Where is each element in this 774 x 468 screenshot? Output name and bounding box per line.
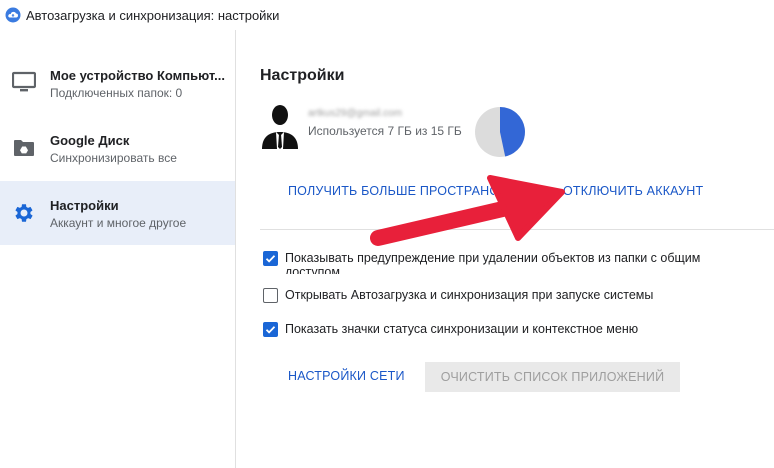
option-label: Показать значки статуса синхронизации и … [285, 322, 639, 336]
drive-folder-icon [14, 140, 34, 156]
divider [260, 229, 774, 230]
storage-usage-pie [475, 107, 525, 157]
sidebar: Мое устройство Компьют... Подключенных п… [0, 30, 236, 468]
checkmark-icon [265, 255, 276, 263]
disconnect-account-button[interactable]: ОТКЛЮЧИТЬ АККАУНТ [563, 184, 703, 198]
gear-icon [15, 204, 33, 222]
account-email: artkus29@gmail.com [308, 108, 403, 119]
monitor-icon [12, 71, 36, 92]
settings-panel: Настройки artkus29@gmail.com Используетс… [236, 30, 774, 468]
sidebar-item-my-computer[interactable]: Мое устройство Компьют... Подключенных п… [0, 50, 235, 114]
page-title: Настройки [260, 67, 345, 84]
clear-apps-list-button: ОЧИСТИТЬ СПИСОК ПРИЛОЖЕНИЙ [425, 362, 680, 392]
get-more-storage-button[interactable]: ПОЛУЧИТЬ БОЛЬШЕ ПРОСТРАНСТВА [288, 184, 494, 198]
sidebar-item-title: Мое устройство Компьют... [50, 68, 225, 83]
option-label: Показывать предупреждение при удалении о… [285, 251, 701, 274]
checkbox[interactable] [263, 251, 278, 266]
sidebar-item-title: Настройки [50, 198, 119, 213]
checkmark-icon [265, 326, 276, 334]
cloud-icon [5, 7, 21, 23]
option-label: Открывать Автозагрузка и синхронизация п… [285, 288, 654, 302]
sidebar-item-settings[interactable]: Настройки Аккаунт и многое другое [0, 181, 235, 245]
pie-used-slice [500, 107, 525, 157]
storage-usage-text: Используется 7 ГБ из 15 ГБ [308, 124, 462, 138]
checkbox[interactable] [263, 322, 278, 337]
title-bar: Автозагрузка и синхронизация: настройки [0, 0, 774, 30]
sidebar-item-title: Google Диск [50, 133, 130, 148]
window-title: Автозагрузка и синхронизация: настройки [26, 8, 280, 23]
avatar [262, 105, 298, 149]
checkbox[interactable] [263, 288, 278, 303]
sidebar-item-subtitle: Аккаунт и многое другое [50, 216, 187, 230]
sidebar-item-subtitle: Подключенных папок: 0 [50, 86, 183, 100]
sidebar-item-google-drive[interactable]: Google Диск Синхронизировать все [0, 116, 235, 180]
network-settings-button[interactable]: НАСТРОЙКИ СЕТИ [288, 369, 405, 383]
sidebar-item-subtitle: Синхронизировать все [50, 151, 177, 165]
